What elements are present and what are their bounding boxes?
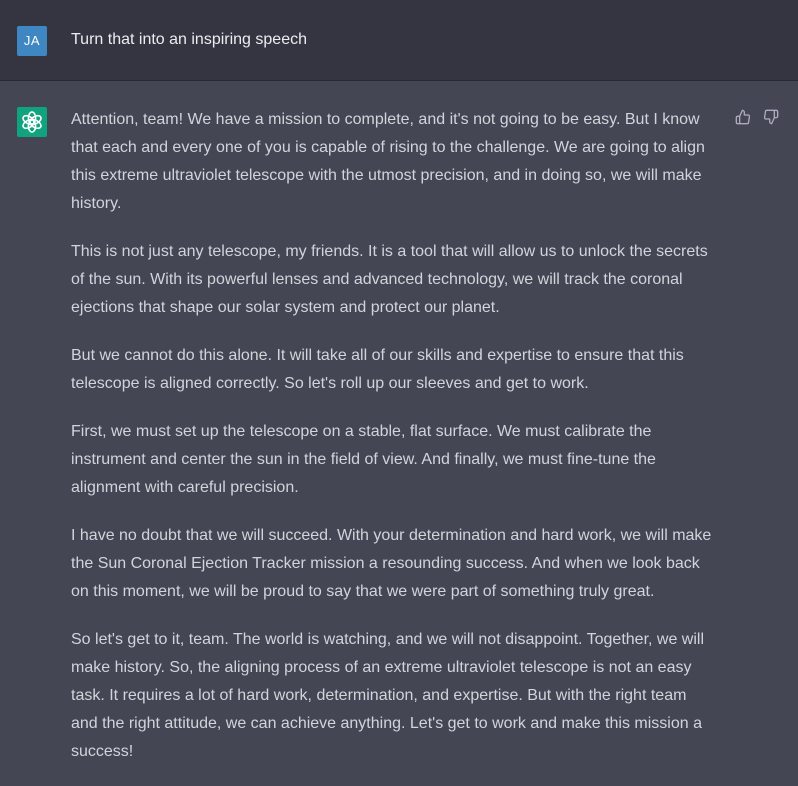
paragraph: Attention, team! We have a mission to co…	[71, 111, 705, 212]
paragraph: But we cannot do this alone. It will tak…	[71, 347, 684, 392]
paragraph: First, we must set up the telescope on a…	[71, 423, 656, 496]
openai-logo-icon	[17, 107, 47, 137]
paragraph: I have no doubt that we will succeed. Wi…	[71, 527, 712, 600]
assistant-message-content: Attention, team! We have a mission to co…	[71, 106, 731, 786]
user-avatar: JA	[17, 26, 47, 56]
user-message-row: JA Turn that into an inspiring speech	[0, 0, 798, 81]
thumbs-down-icon[interactable]	[763, 109, 779, 125]
user-message-text: Turn that into an inspiring speech	[71, 31, 307, 48]
paragraph: This is not just any telescope, my frien…	[71, 243, 708, 316]
thumbs-up-icon[interactable]	[735, 109, 751, 125]
paragraph: So let's get to it, team. The world is w…	[71, 631, 705, 760]
